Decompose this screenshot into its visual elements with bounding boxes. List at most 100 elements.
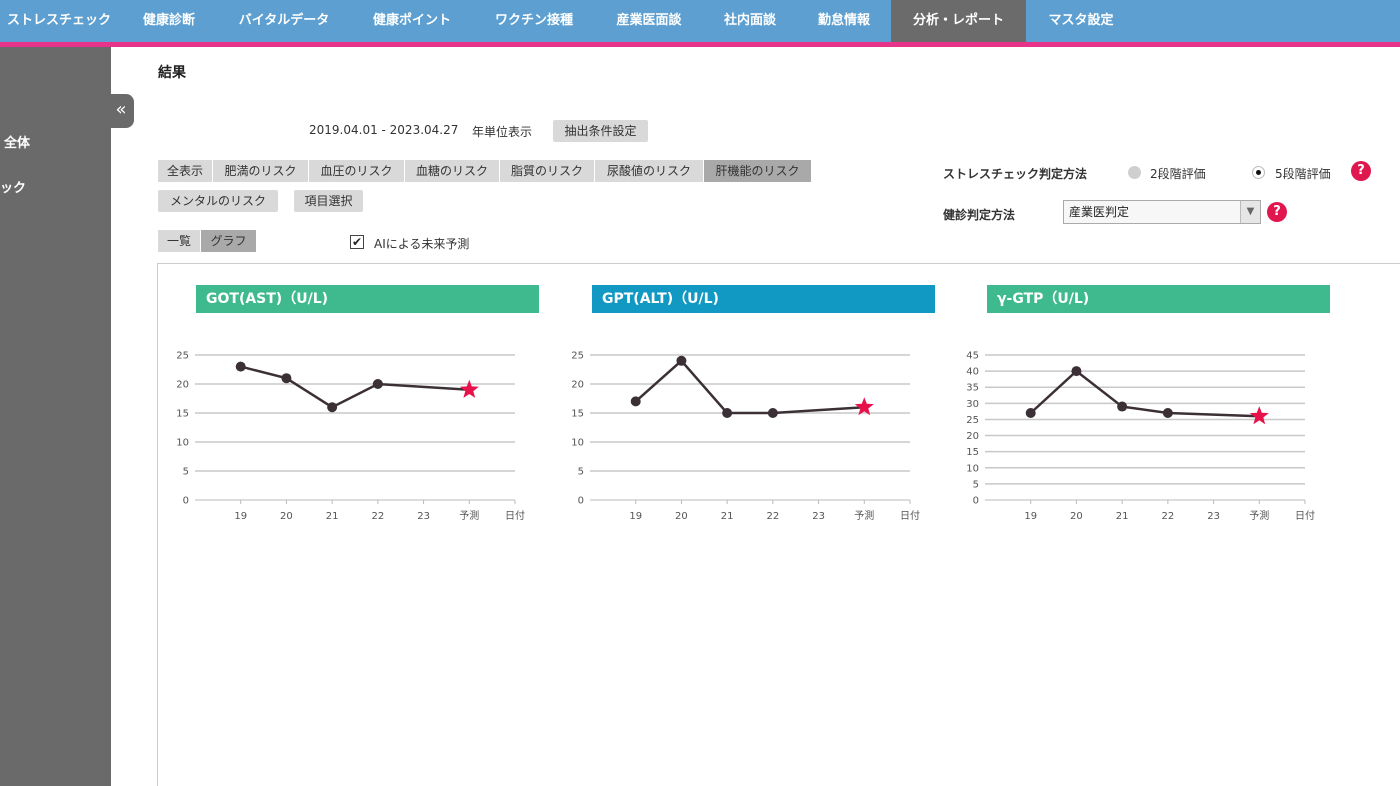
predicted-point-star [459,379,479,398]
collapse-sidebar-icon[interactable]: « [108,94,134,128]
x-tick-label: 20 [1070,511,1083,522]
y-tick-label: 10 [571,438,584,449]
stress-method-help-icon[interactable]: ? [1351,161,1371,181]
chart-header-ggtp: γ-GTP（U/L) [987,285,1330,313]
nav-item-occupational-doctor[interactable]: 産業医面談 [602,0,696,42]
chevron-down-icon: ▼ [1240,201,1260,223]
radio-2-level-label: 2段階評価 [1150,167,1206,181]
exam-method-select[interactable]: 産業医判定 ▼ [1063,200,1261,224]
series-line [1029,369,1260,418]
tab-uric-acid-risk[interactable]: 尿酸値のリスク [595,160,704,182]
y-tick-label: 45 [966,351,979,362]
y-tick-label: 15 [176,409,189,420]
nav-item-stress-check[interactable]: ストレスチェック [0,0,118,42]
x-tick-label: 20 [675,511,688,522]
nav-item-internal-interview[interactable]: 社内面談 [712,0,788,42]
exam-method-label: 健診判定方法 [943,208,1016,222]
x-tick-label: 20 [280,511,293,522]
sidebar-item-overall[interactable]: 全体 [4,132,30,151]
nav-item-attendance[interactable]: 勤怠情報 [805,0,883,42]
chart-ggtp: 0 5 10 15 20 25 30 35 40 45 19 20 21 22 23 予測 日付 [966,351,1315,523]
y-tick-label: 0 [183,496,189,507]
stress-method-label: ストレスチェック判定方法 [943,167,1088,181]
tab-liver-function-risk[interactable]: 肝機能のリスク [704,160,812,182]
data-point [676,355,687,366]
data-point [630,396,641,407]
y-tick-label: 20 [571,380,584,391]
tab-mental-risk[interactable]: メンタルのリスク [158,190,278,212]
nav-item-health-point[interactable]: 健康ポイント [358,0,466,42]
series-line [240,365,470,409]
nav-item-vaccination[interactable]: ワクチン接種 [481,0,587,42]
chart-got: 0 5 10 15 20 25 19 20 21 22 23 予測 日付 [176,351,525,523]
x-tick-label: 23 [1207,511,1220,522]
x-tick-label: 21 [1116,511,1129,522]
y-tick-label: 25 [571,351,584,362]
x-tick-label: 予測 [459,509,479,522]
data-point [281,373,292,384]
series-line [634,359,865,415]
tab-obesity-risk[interactable]: 肥満のリスク [213,160,309,182]
x-tick-label: 予測 [1249,509,1269,522]
display-unit: 年単位表示 [472,125,533,139]
tab-lipid-risk[interactable]: 脂質のリスク [500,160,595,182]
data-point [1117,401,1128,412]
extract-conditions-button[interactable]: 抽出条件設定 [553,120,648,142]
nav-item-health-exam[interactable]: 健康診断 [130,0,208,42]
x-axis-label: 日付 [900,509,920,522]
x-tick-label: 19 [234,511,247,522]
data-point [235,361,246,372]
predicted-point-star [1249,406,1269,425]
y-tick-label: 5 [973,479,979,490]
ai-prediction-checkbox[interactable]: ✔ [350,235,364,249]
data-point [327,402,338,413]
x-tick-label: 19 [1024,511,1037,522]
chart-header-got: GOT(AST)（U/L) [196,285,539,313]
chart-header-gpt: GPT(ALT)（U/L) [592,285,935,313]
y-tick-label: 25 [966,415,979,426]
nav-item-analysis-report[interactable]: 分析・レポート [891,0,1026,42]
y-tick-label: 20 [966,431,979,442]
tab-blood-pressure-risk[interactable]: 血圧のリスク [309,160,405,182]
x-axis-label: 日付 [1295,509,1315,522]
x-tick-label: 予測 [854,509,874,522]
page-title: 結果 [158,65,186,81]
sidebar-item-check[interactable]: ック [0,177,26,196]
x-tick-label: 22 [1161,511,1174,522]
top-nav: ストレスチェック 健康診断 バイタルデータ 健康ポイント ワクチン接種 産業医面… [0,0,1400,47]
view-graph-button[interactable]: グラフ [201,230,257,252]
y-tick-label: 10 [176,438,189,449]
y-tick-label: 15 [966,447,979,458]
chart-gpt: 0 5 10 15 20 25 19 20 21 22 23 予測 日付 [571,351,920,523]
data-point [372,379,383,389]
nav-accent-line [0,42,1400,47]
radio-5-level-label: 5段階評価 [1275,167,1331,181]
radio-2-level[interactable] [1128,166,1141,179]
y-tick-label: 30 [966,399,979,410]
x-tick-label: 22 [371,511,384,522]
y-tick-label: 5 [578,467,584,478]
x-axis-label: 日付 [505,509,525,522]
y-tick-label: 40 [966,367,979,378]
tab-blood-sugar-risk[interactable]: 血糖のリスク [405,160,500,182]
item-select-button[interactable]: 項目選択 [294,190,363,212]
nav-item-vital-data[interactable]: バイタルデータ [225,0,343,42]
data-point [767,408,778,418]
tab-all[interactable]: 全表示 [158,160,213,182]
x-tick-label: 21 [721,511,734,522]
y-tick-label: 15 [571,409,584,420]
view-list-button[interactable]: 一覧 [158,230,201,252]
data-point [1071,366,1082,377]
nav-item-master-settings[interactable]: マスタ設定 [1034,0,1128,42]
ai-prediction-label: AIによる未来予測 [374,237,470,251]
x-tick-label: 22 [766,511,779,522]
data-point [1162,408,1173,418]
data-point [722,408,733,418]
y-tick-label: 5 [183,467,189,478]
date-range: 2019.04.01 - 2023.04.27 [309,123,459,137]
x-tick-label: 21 [326,511,339,522]
x-tick-label: 23 [417,511,430,522]
y-tick-label: 0 [973,496,979,507]
exam-method-help-icon[interactable]: ? [1267,202,1287,222]
radio-5-level[interactable] [1252,166,1265,179]
